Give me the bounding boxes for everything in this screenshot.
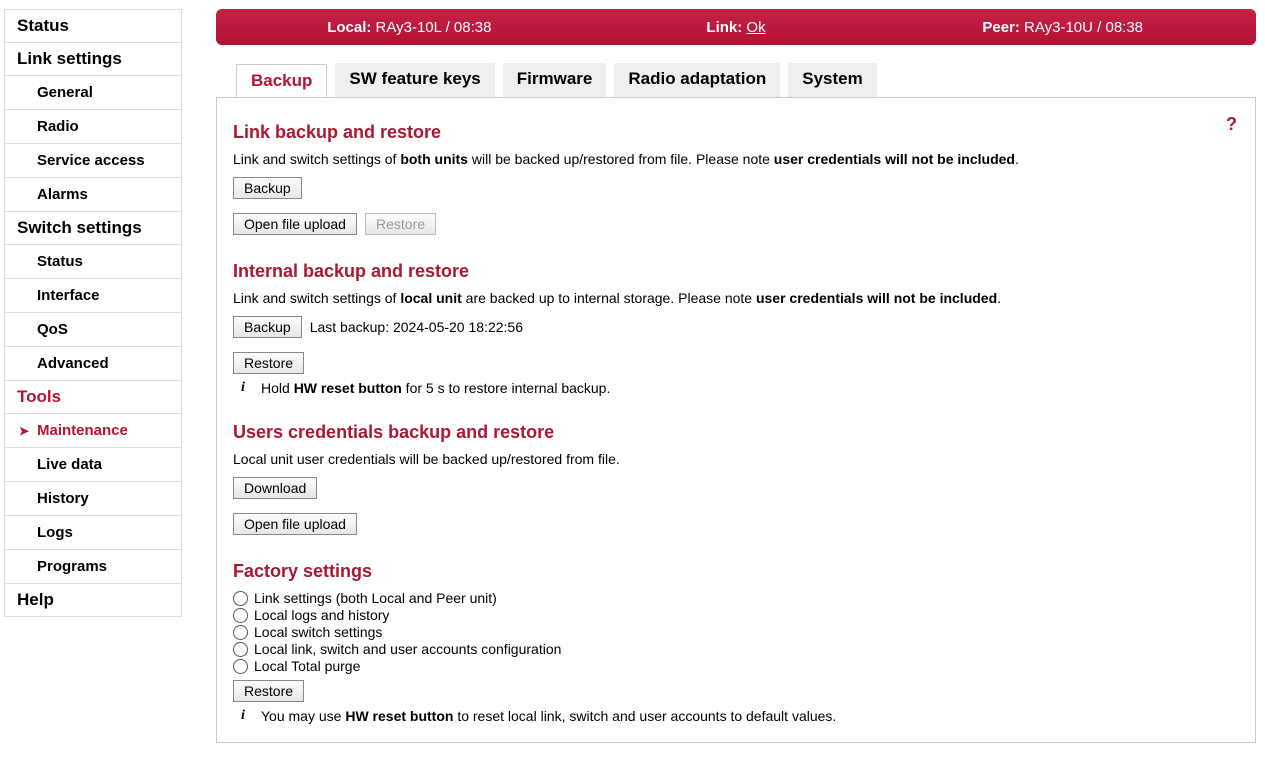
factory-restore-button[interactable]: Restore [233,680,304,702]
tab-bar: Backup SW feature keys Firmware Radio ad… [216,63,1256,97]
content-panel: ? Link backup and restore Link and switc… [216,97,1256,743]
user-download-button[interactable]: Download [233,477,317,499]
header-link-label: Link: [706,19,742,36]
info-icon: i [233,708,253,724]
nav-status[interactable]: Status [5,10,181,43]
header-link-value[interactable]: Ok [746,19,765,36]
factory-option-0[interactable]: Link settings (both Local and Peer unit) [233,590,1239,606]
nav-help[interactable]: Help [5,584,181,616]
link-restore-button: Restore [365,213,436,235]
factory-hint: You may use HW reset button to reset loc… [261,708,836,724]
info-icon: i [233,380,253,396]
nav-item-maintenance[interactable]: Maintenance [5,414,181,448]
nav-switch-settings: Switch settings [5,212,181,245]
link-backup-desc: Link and switch settings of both units w… [233,151,1239,167]
header-peer: Peer: RAy3-10U / 08:38 [899,19,1226,36]
user-creds-desc: Local unit user credentials will be back… [233,451,1239,467]
tab-system[interactable]: System [788,63,876,97]
link-backup-title: Link backup and restore [233,122,1239,143]
nav-item-interface[interactable]: Interface [5,279,181,313]
tab-radio-adaptation[interactable]: Radio adaptation [614,63,780,97]
nav-item-history[interactable]: History [5,482,181,516]
radio-icon[interactable] [233,625,248,640]
factory-option-3[interactable]: Local link, switch and user accounts con… [233,641,1239,657]
link-open-upload-button[interactable]: Open file upload [233,213,357,235]
nav-item-programs[interactable]: Programs [5,550,181,584]
header-link: Link: Ok [573,19,900,36]
header-peer-label: Peer: [982,19,1020,36]
nav-item-radio[interactable]: Radio [5,110,181,144]
nav-item-service-access[interactable]: Service access [5,144,181,178]
sidebar: Status Link settings General Radio Servi… [4,9,182,617]
nav-item-alarms[interactable]: Alarms [5,178,181,212]
section-factory: Factory settings Link settings (both Loc… [233,561,1239,724]
section-user-credentials: Users credentials backup and restore Loc… [233,422,1239,535]
internal-restore-button[interactable]: Restore [233,352,304,374]
factory-option-1[interactable]: Local logs and history [233,607,1239,623]
user-open-upload-button[interactable]: Open file upload [233,513,357,535]
link-backup-button[interactable]: Backup [233,177,302,199]
nav-link-settings: Link settings [5,43,181,76]
help-icon[interactable]: ? [1226,114,1237,135]
nav-item-live-data[interactable]: Live data [5,448,181,482]
user-creds-title: Users credentials backup and restore [233,422,1239,443]
nav-item-logs[interactable]: Logs [5,516,181,550]
nav-item-qos[interactable]: QoS [5,313,181,347]
nav-item-advanced[interactable]: Advanced [5,347,181,381]
radio-icon[interactable] [233,591,248,606]
header-local-value: RAy3-10L / 08:38 [376,19,492,36]
header-local-label: Local: [327,19,371,36]
tab-firmware[interactable]: Firmware [503,63,607,97]
internal-backup-title: Internal backup and restore [233,261,1239,282]
nav-tools: Tools [5,381,181,414]
radio-icon[interactable] [233,659,248,674]
tab-backup[interactable]: Backup [236,64,327,98]
radio-icon[interactable] [233,642,248,657]
internal-hint: Hold HW reset button for 5 s to restore … [261,380,610,396]
factory-option-4[interactable]: Local Total purge [233,658,1239,674]
header-local: Local: RAy3-10L / 08:38 [246,19,573,36]
status-header: Local: RAy3-10L / 08:38 Link: Ok Peer: R… [216,9,1256,45]
nav-item-general[interactable]: General [5,76,181,110]
tab-sw-feature-keys[interactable]: SW feature keys [335,63,494,97]
main-area: Local: RAy3-10L / 08:38 Link: Ok Peer: R… [216,9,1256,743]
factory-option-2[interactable]: Local switch settings [233,624,1239,640]
radio-icon[interactable] [233,608,248,623]
section-internal-backup: Internal backup and restore Link and swi… [233,261,1239,396]
internal-backup-desc: Link and switch settings of local unit a… [233,290,1239,306]
header-peer-value: RAy3-10U / 08:38 [1024,19,1143,36]
internal-backup-button[interactable]: Backup [233,316,302,338]
factory-title: Factory settings [233,561,1239,582]
nav-item-switch-status[interactable]: Status [5,245,181,279]
last-backup-text: Last backup: 2024-05-20 18:22:56 [310,319,523,335]
section-link-backup: Link backup and restore Link and switch … [233,122,1239,235]
